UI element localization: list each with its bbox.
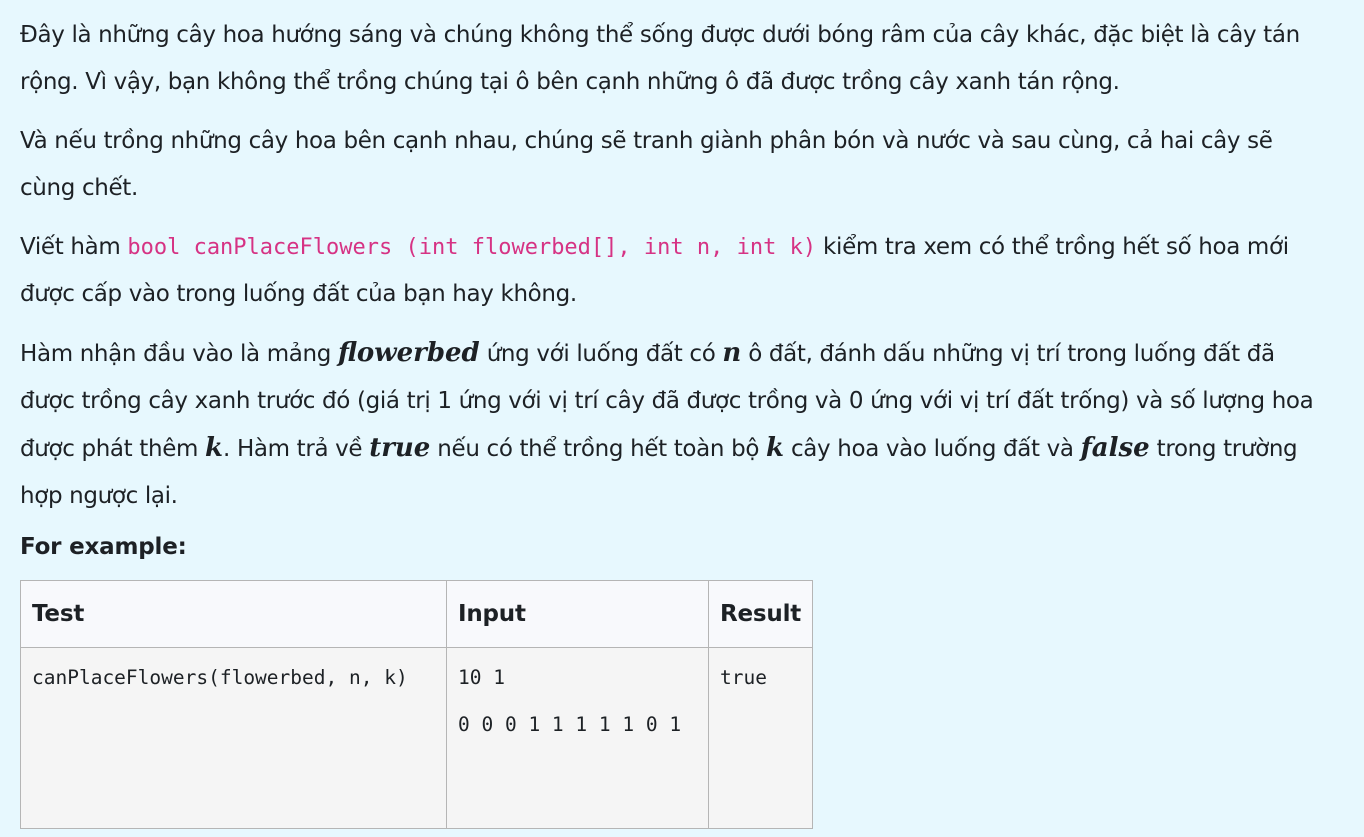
header-test: Test (20, 580, 447, 648)
text-segment: nếu có thể trồng hết toàn bộ (430, 436, 767, 462)
cell-test: canPlaceFlowers(flowerbed, n, k) (20, 647, 447, 829)
text-segment: cây hoa vào luống đất và (784, 436, 1081, 462)
math-n: n (722, 338, 742, 368)
paragraph-intro: Đây là những cây hoa hướng sáng và chúng… (20, 22, 1300, 95)
math-k: k (205, 433, 224, 463)
header-input: Input (446, 580, 709, 648)
table-row: canPlaceFlowers(flowerbed, n, k) 10 1 0 … (20, 647, 814, 829)
function-signature-code: bool canPlaceFlowers (int flowerbed[], i… (127, 235, 817, 260)
paragraph-competition: Và nếu trồng những cây hoa bên cạnh nhau… (20, 128, 1273, 201)
text-segment: . Hàm trả về (223, 436, 370, 462)
math-false: false (1080, 433, 1150, 463)
math-k: k (766, 433, 785, 463)
math-flowerbed: flowerbed (337, 338, 480, 368)
input-value: 10 1 0 0 0 1 1 1 1 1 0 1 (458, 666, 682, 736)
text-segment: Hàm nhận đầu vào là mảng (20, 341, 338, 367)
text-segment: ứng với luống đất có (479, 341, 723, 367)
paragraph-function-spec: Viết hàm bool canPlaceFlowers (int flowe… (20, 224, 1330, 318)
for-example-heading: For example: (20, 534, 187, 560)
header-result: Result (707, 580, 814, 648)
table-header-row: Test Input Result (20, 580, 814, 648)
cell-result: true (707, 647, 814, 829)
paragraph-io-description: Hàm nhận đầu vào là mảng flowerbed ứng v… (20, 330, 1330, 520)
math-true: true (369, 433, 431, 463)
cell-input: 10 1 0 0 0 1 1 1 1 1 0 1 (446, 647, 709, 829)
test-code: canPlaceFlowers(flowerbed, n, k) (32, 666, 408, 689)
question-text: Đây là những cây hoa hướng sáng và chúng… (20, 12, 1330, 829)
result-value: true (720, 666, 767, 689)
examples-table: Test Input Result canPlaceFlowers(flower… (20, 580, 814, 829)
text-segment: Viết hàm (20, 234, 128, 260)
